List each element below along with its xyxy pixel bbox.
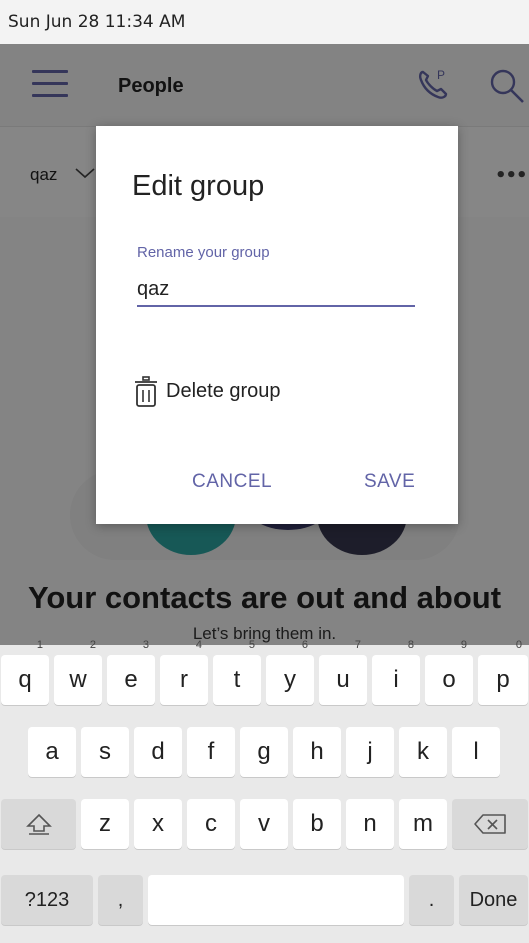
key-k[interactable]: k [399,727,447,777]
key-h[interactable]: h [293,727,341,777]
key-b[interactable]: b [293,799,341,849]
backspace-icon [474,814,506,834]
edit-group-dialog: Edit group Rename your group Delete grou… [96,126,458,524]
key-p[interactable]: p0 [478,639,528,705]
key-z[interactable]: z [81,799,129,849]
key-s[interactable]: s [81,727,129,777]
rename-group-input[interactable] [137,273,415,307]
comma-key[interactable]: , [98,875,143,925]
key-e[interactable]: e3 [107,639,155,705]
cancel-button[interactable]: CANCEL [192,471,272,493]
key-t[interactable]: t5 [213,639,261,705]
key-q[interactable]: q1 [1,639,49,705]
space-key[interactable] [148,875,404,925]
key-c[interactable]: c [187,799,235,849]
symbols-key[interactable]: ?123 [1,875,93,925]
key-j[interactable]: j [346,727,394,777]
rename-field-label: Rename your group [137,244,270,261]
shift-key[interactable] [1,799,76,849]
key-m[interactable]: m [399,799,447,849]
delete-group-label: Delete group [166,380,281,402]
key-x[interactable]: x [134,799,182,849]
dialog-title: Edit group [132,170,265,202]
key-n[interactable]: n [346,799,394,849]
status-bar: Sun Jun 28 11:34 AM [0,0,529,44]
key-o[interactable]: o9 [425,639,473,705]
key-d[interactable]: d [134,727,182,777]
key-i[interactable]: i8 [372,639,420,705]
key-v[interactable]: v [240,799,288,849]
key-f[interactable]: f [187,727,235,777]
status-time: Sun Jun 28 11:34 AM [8,12,186,32]
key-a[interactable]: a [28,727,76,777]
done-key[interactable]: Done [459,875,528,925]
period-key[interactable]: . [409,875,454,925]
backspace-key[interactable] [452,799,528,849]
key-w[interactable]: w2 [54,639,102,705]
key-g[interactable]: g [240,727,288,777]
key-u[interactable]: u7 [319,639,367,705]
trash-icon [135,376,157,407]
shift-icon [25,813,52,835]
key-l[interactable]: l [452,727,500,777]
key-r[interactable]: r4 [160,639,208,705]
key-y[interactable]: y6 [266,639,314,705]
soft-keyboard: q1 w2 e3 r4 t5 y6 u7 i8 o9 p0 a s d f g … [0,639,529,943]
save-button[interactable]: SAVE [364,471,415,493]
